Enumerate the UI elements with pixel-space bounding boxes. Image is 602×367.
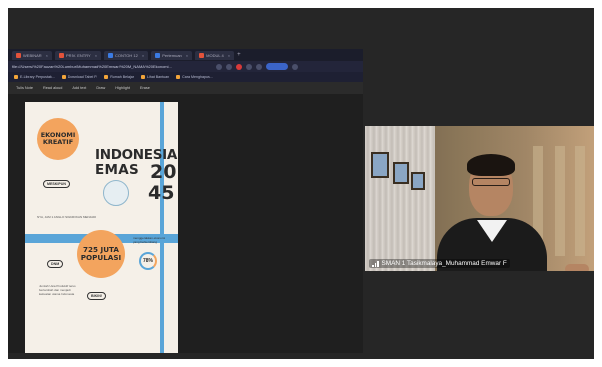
tab-favicon-icon — [155, 52, 161, 58]
poster-stripe — [160, 102, 164, 353]
participant-video-tile[interactable]: SMAN 1 Tasikmalaya_Muhammad Emwar F — [365, 126, 594, 271]
bookmark-icon — [14, 75, 18, 79]
profile-button[interactable] — [266, 63, 288, 70]
pdf-tool-add-text[interactable]: Add text — [72, 86, 86, 90]
bookmark-icon — [61, 75, 66, 79]
close-tab-icon[interactable]: × — [142, 53, 144, 58]
ekonomi-kreatif-circle: EKONOMI KREATIF — [37, 118, 79, 160]
wall-stripe — [555, 146, 565, 256]
ring-value: 78% — [142, 258, 153, 264]
browser-tab[interactable]: WEBINAR × — [12, 50, 53, 60]
pdf-tool-highlight[interactable]: Highlight — [115, 86, 130, 90]
browser-tab[interactable]: MODUL 4 × — [195, 50, 235, 60]
meeting-view: WEBINAR × PRIV. ENTRY × CONTOH 12 × Pertemu… — [8, 8, 594, 359]
wall-frame — [393, 162, 409, 184]
participant-name-tag: SMAN 1 Tasikmalaya_Muhammad Emwar F — [369, 259, 510, 268]
headline-year-bottom: 45 — [148, 182, 175, 204]
collections-icon[interactable] — [256, 63, 262, 70]
circle-line: KREATIF — [42, 138, 74, 146]
favorites-icon[interactable] — [246, 63, 252, 70]
bookmark-item[interactable]: Download Tabel P. — [61, 75, 97, 79]
tab-favicon-icon — [16, 52, 21, 58]
close-tab-icon[interactable]: × — [228, 53, 230, 58]
zoom-icon[interactable] — [216, 63, 222, 70]
participant-hair — [467, 154, 515, 176]
bookmark-icon — [104, 75, 109, 79]
shared-screen: WEBINAR × PRIV. ENTRY × CONTOH 12 × Pertemu… — [8, 49, 363, 353]
pdf-toolbar: Tulis Note Read aloud Add text Draw High… — [8, 82, 363, 94]
circle-line: POPULASI — [80, 253, 122, 262]
close-tab-icon[interactable]: × — [95, 53, 97, 58]
bookmarks-bar: E-Library Perpustak... Download Tabel P.… — [8, 72, 363, 82]
participant-name: SMAN 1 Tasikmalaya_Muhammad Emwar F — [381, 260, 507, 267]
wall-frame — [371, 152, 389, 178]
pdf-tool-note[interactable]: Tulis Note — [16, 86, 33, 90]
pdf-tool-draw[interactable]: Draw — [96, 86, 105, 90]
pdf-poster-page: EKONOMI KREATIF MESKIPUN INDONESIA EMAS 2… — [25, 102, 178, 353]
bookmark-item[interactable]: E-Library Perpustak... — [14, 75, 55, 79]
poster-pill: MESKIPUN — [43, 180, 70, 188]
screenshot-canvas: WEBINAR × PRIV. ENTRY × CONTOH 12 × Pertemu… — [0, 0, 602, 367]
poster-pill: BIKIN! — [87, 292, 106, 300]
tab-favicon-icon — [199, 52, 205, 58]
participant-glasses — [472, 178, 510, 186]
tab-favicon-icon — [108, 52, 114, 58]
tab-favicon-icon — [59, 52, 65, 58]
video-curtain — [365, 126, 435, 271]
url-field[interactable]: file:///Users/%20Fauzan%20Lumbur/Muhamma… — [12, 64, 212, 69]
close-tab-icon[interactable]: × — [186, 53, 188, 58]
bookmark-icon — [176, 75, 181, 79]
poster-subtitle: NYA, JAM 1 ANGLO SIGNIFIKAN MENJADI — [37, 215, 97, 219]
menu-icon[interactable] — [292, 63, 298, 70]
close-tab-icon[interactable]: × — [46, 53, 48, 58]
wall-frame — [411, 172, 425, 190]
headline-year-top: 20 — [150, 161, 177, 183]
star-icon[interactable] — [226, 63, 232, 70]
new-tab-button[interactable]: + — [237, 52, 241, 58]
pdf-tool-read-aloud[interactable]: Read aloud — [43, 86, 62, 90]
populasi-circle: 725 JUTA POPULASI — [77, 230, 125, 278]
poster-side-note: menggerakkan ekonomi yang berkembang — [133, 236, 166, 244]
browser-tab[interactable]: Pertemuan × — [151, 50, 193, 60]
bookmark-item[interactable]: Cara Menghapus... — [176, 75, 213, 79]
browser-tab-bar: WEBINAR × PRIV. ENTRY × CONTOH 12 × Pertemu… — [8, 49, 363, 61]
bookmark-icon — [140, 75, 145, 79]
browser-tab[interactable]: CONTOH 12 × — [104, 50, 149, 60]
bookmark-item[interactable]: Lihat Bantuan — [140, 75, 169, 79]
address-bar: file:///Users/%20Fauzan%20Lumbur/Muhamma… — [8, 61, 363, 72]
browser-tab[interactable]: PRIV. ENTRY × — [55, 50, 102, 60]
signal-bars-icon — [372, 260, 379, 267]
wall-stripe — [575, 146, 585, 256]
extension-icon[interactable] — [236, 63, 242, 70]
participant-hand — [565, 264, 589, 271]
percentage-ring: 78% — [139, 252, 157, 270]
poster-bottom-note: Jumlah Usia Produktif terus bertambah da… — [39, 284, 76, 296]
pdf-tool-erase[interactable]: Erase — [140, 86, 150, 90]
bookmark-item[interactable]: Rumah Belajar — [104, 75, 134, 79]
globe-icon — [103, 180, 129, 206]
poster-pill: DNM — [47, 260, 64, 268]
